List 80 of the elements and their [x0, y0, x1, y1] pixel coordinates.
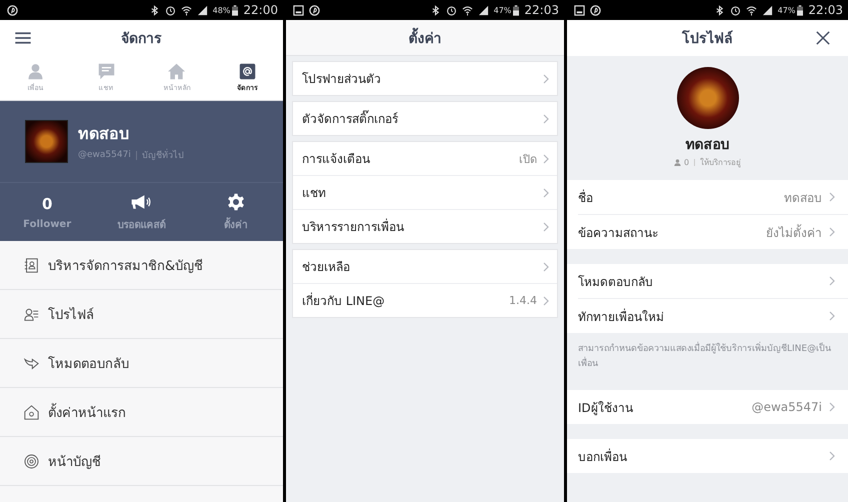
chevron-icon	[543, 74, 549, 84]
chevron-icon	[543, 262, 549, 272]
screen-title: ตั้งค่า	[408, 26, 442, 48]
clock-time: 22:00	[243, 3, 278, 17]
signal-icon	[478, 4, 489, 16]
home-icon	[24, 404, 39, 420]
menu-item[interactable]: โหมดตอบกลับ	[0, 339, 283, 388]
contact-book-icon	[24, 258, 39, 272]
menu-icon[interactable]	[15, 32, 31, 44]
settings-item[interactable]: โปรฟายส่วนตัว	[293, 62, 557, 95]
battery-icon	[797, 4, 804, 16]
chevron-icon	[829, 311, 835, 321]
chat-icon	[98, 63, 115, 80]
hint-text: สามารถกำหนดข้อความแสดงเมื่อมีผู้ใช้บริการเพิ่มบัญชีLINE@เป็นเพื่อน	[567, 336, 848, 378]
image-icon	[293, 4, 304, 16]
menu-item[interactable]: หน้าบัญชี	[0, 437, 283, 486]
settings-item[interactable]: การแจ้งเตือน เปิด	[293, 142, 557, 176]
account-status: ให้บริการอยู่	[700, 156, 742, 169]
wifi-icon	[746, 4, 757, 16]
settings-item[interactable]: บอกเพื่อน	[578, 439, 848, 473]
signal-icon	[196, 4, 208, 16]
settings-item[interactable]: ตัวจัดการสติ๊กเกอร์	[293, 102, 557, 135]
settings-item[interactable]: บริหารรายการเพื่อน	[293, 210, 557, 243]
avatar-picture	[25, 120, 68, 163]
settings-item[interactable]: ชื่อ ทดสอบ	[578, 180, 848, 215]
battery-percent: 47%	[778, 6, 796, 14]
bluetooth-icon	[714, 4, 725, 16]
alarm-icon	[164, 4, 176, 16]
account-id: @ewa5547i	[78, 150, 131, 160]
megaphone-icon	[130, 192, 152, 210]
settings-item[interactable]: ช่วยเหลือ	[293, 250, 557, 284]
clock-time: 22:03	[524, 3, 559, 17]
alarm-icon	[446, 4, 457, 16]
image-icon	[574, 4, 585, 16]
battery-percent: 48%	[212, 6, 230, 14]
home-icon	[168, 63, 186, 80]
menu-item[interactable]: โปรไฟล์	[0, 290, 283, 339]
alarm-icon	[730, 4, 741, 16]
follower-count: 0	[684, 158, 690, 167]
person-icon	[26, 63, 44, 80]
wifi-icon	[180, 4, 192, 16]
menu-item[interactable]: ตั้งค่าหน้าแรก	[0, 388, 283, 437]
chevron-icon	[543, 296, 549, 306]
follower-stat: 0 Follower	[22, 194, 72, 232]
battery-icon	[513, 4, 520, 16]
battery-icon	[232, 4, 238, 16]
menu-item[interactable]: บริหารจัดการสมาชิก&บัญชี	[0, 241, 283, 290]
profile-name: ทดสอบ	[686, 136, 730, 155]
settings-item[interactable]: แชท	[293, 176, 557, 210]
pin-icon	[309, 4, 320, 16]
account-name: ทดสอบ	[78, 123, 130, 145]
chevron-icon	[829, 402, 835, 412]
profile-card-icon	[24, 306, 39, 322]
settings-item[interactable]: โหมดตอบกลับ	[578, 264, 848, 299]
chevron-icon	[543, 222, 549, 232]
chevron-icon	[543, 114, 549, 124]
battery-percent: 47%	[494, 6, 512, 14]
chevron-icon	[543, 188, 549, 198]
wifi-icon	[462, 4, 473, 16]
settings-item[interactable]: เกี่ยวกับ LINE@ 1.4.4	[293, 284, 557, 317]
chevron-icon	[829, 451, 835, 461]
bluetooth-icon	[430, 4, 441, 16]
bluetooth-icon	[148, 4, 160, 16]
chevron-icon	[829, 192, 835, 202]
chevron-icon	[543, 154, 549, 164]
reply-arrow-icon	[24, 356, 39, 370]
settings-item[interactable]: ทักทายเพื่อนใหม่	[578, 299, 848, 333]
screen-title: โปรไฟล์	[682, 29, 733, 49]
pin-icon	[7, 4, 18, 16]
settings-item[interactable]: IDผู้ใช้งาน @ewa5547i	[578, 390, 848, 424]
settings-item[interactable]: ข้อความสถานะ ยังไม่ตั้งค่า	[578, 215, 848, 249]
screen-title: จัดการ	[121, 30, 162, 49]
person-icon	[674, 159, 681, 166]
chevron-icon	[829, 227, 835, 237]
signal-icon	[762, 4, 773, 16]
chevron-icon	[829, 276, 835, 286]
close-icon[interactable]	[816, 31, 830, 45]
clock-time: 22:03	[808, 3, 843, 17]
account-type: บัญชีทั่วไป	[142, 148, 184, 162]
pin-icon	[590, 4, 601, 16]
